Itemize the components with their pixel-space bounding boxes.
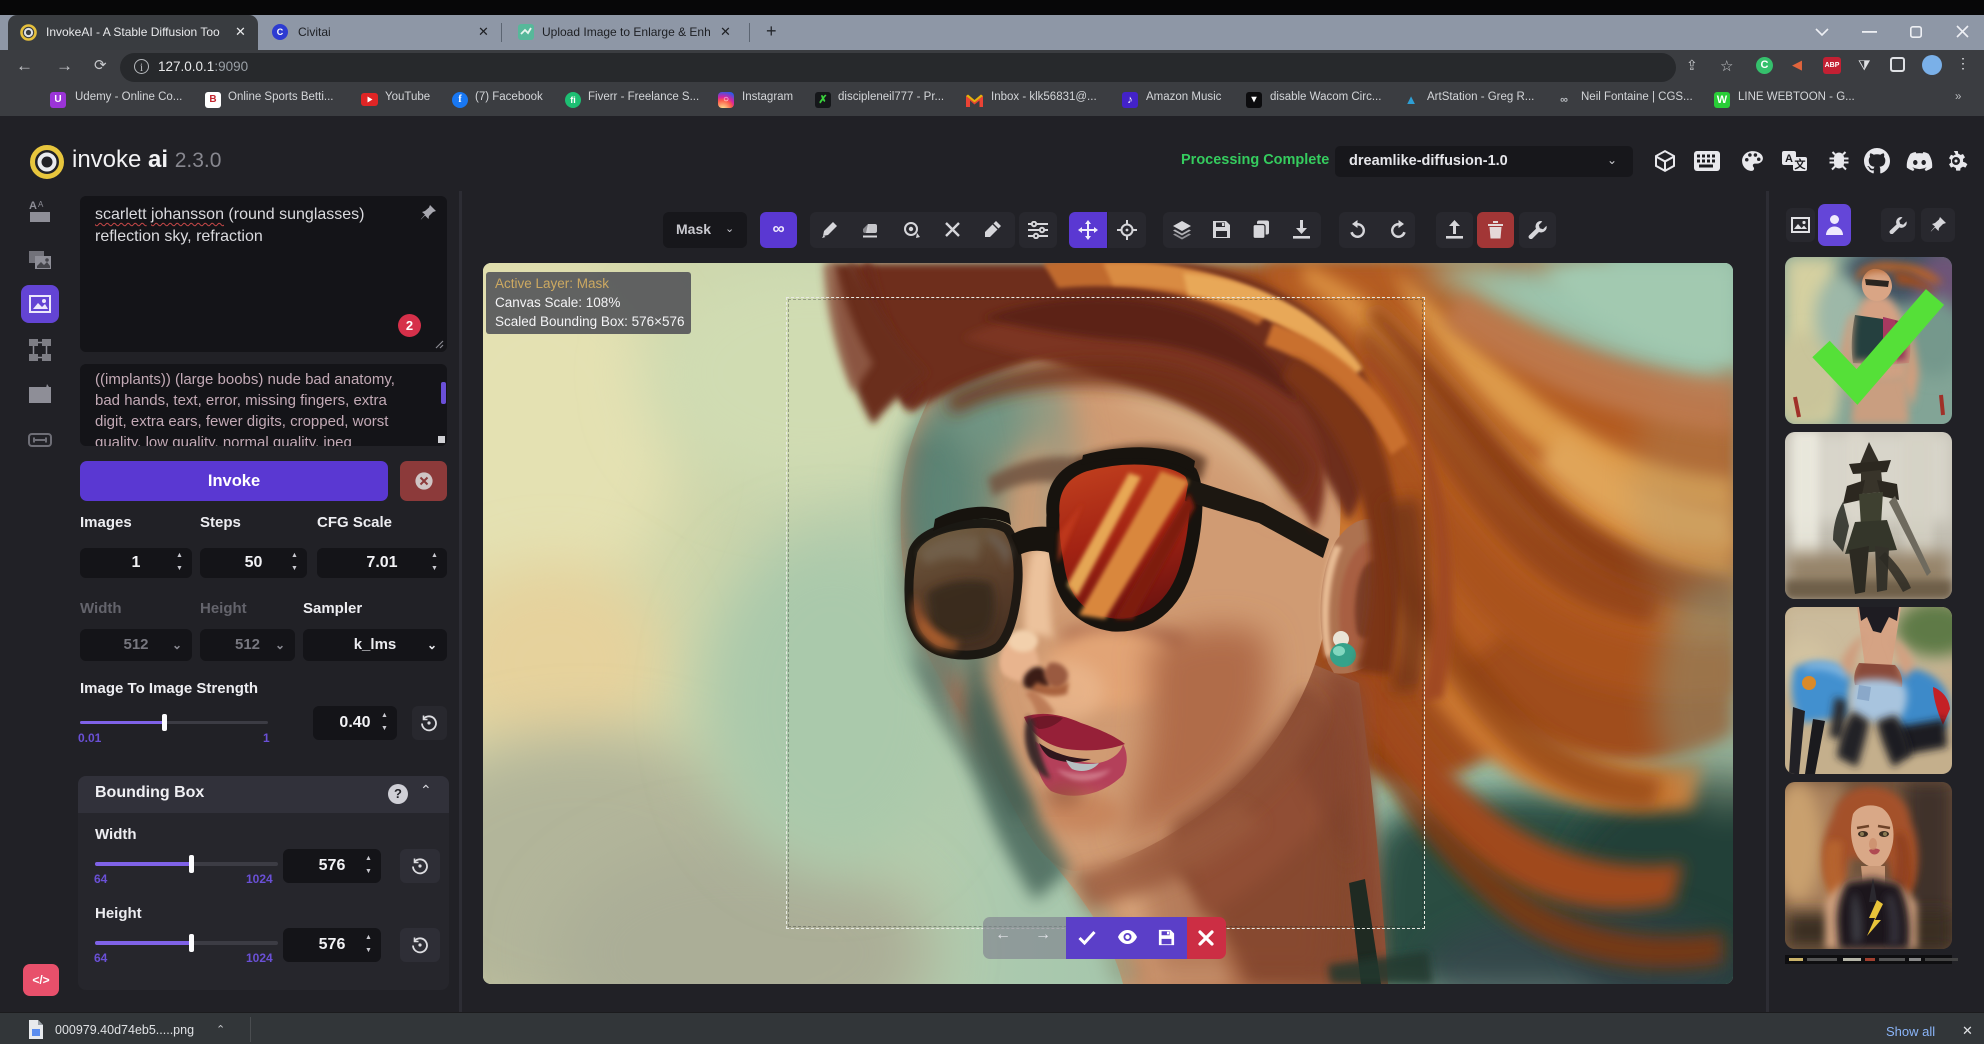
svg-text:A: A — [1785, 153, 1793, 165]
svg-text:A: A — [38, 200, 44, 209]
svg-text:文: 文 — [1795, 157, 1807, 171]
svg-text:A: A — [29, 200, 37, 212]
